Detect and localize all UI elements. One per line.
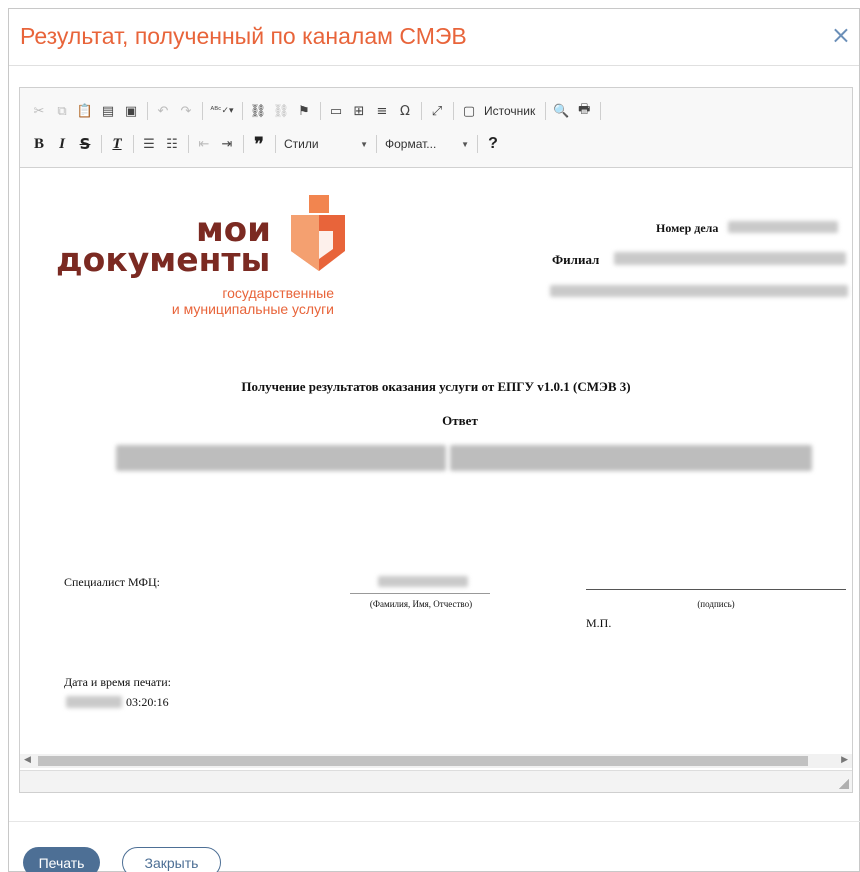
dialog-header: Результат, полученный по каналам СМЭВ × bbox=[9, 9, 859, 66]
toolbar-separator bbox=[600, 102, 602, 120]
remove-format-icon[interactable]: T bbox=[106, 133, 128, 155]
numbered-list-icon[interactable]: ☰ bbox=[138, 133, 160, 155]
toolbar-separator bbox=[275, 135, 276, 153]
editor-toolbar: ✂ ⧉ 📋 ▤ ▣ ↶ ↷ ᴬᴮᶜ✓▾ ⛓ ⛓ ⚑ ▭ ⊞ ≡ Ω ⤢ ▢ Ис… bbox=[20, 88, 852, 168]
print-icon[interactable]: 🖶 bbox=[573, 100, 595, 122]
toolbar-separator bbox=[545, 102, 547, 120]
cut-icon[interactable]: ✂ bbox=[28, 100, 50, 122]
scrollbar-thumb[interactable] bbox=[38, 756, 808, 766]
logo-word-dokumenty: документы bbox=[56, 240, 271, 279]
print-button[interactable]: Печать bbox=[23, 847, 100, 872]
document-subheading: Ответ bbox=[442, 413, 478, 428]
scroll-left-icon[interactable]: ◀ bbox=[24, 755, 31, 765]
result-dialog: Результат, полученный по каналам СМЭВ × … bbox=[8, 8, 860, 872]
paste-word-icon[interactable]: ▣ bbox=[120, 100, 142, 122]
toolbar-separator bbox=[453, 102, 454, 120]
toolbar-separator bbox=[133, 135, 134, 153]
format-dropdown[interactable]: Формат... ▼ bbox=[381, 133, 473, 155]
toolbar-row-2: B I S T ☰ ☷ ⇤ ⇥ ❞ Стили ▼ Формат... ▼ ? bbox=[28, 129, 852, 159]
response-cell-redacted bbox=[116, 445, 446, 471]
toolbar-separator bbox=[477, 135, 478, 153]
toolbar-row-1: ✂ ⧉ 📋 ▤ ▣ ↶ ↷ ᴬᴮᶜ✓▾ ⛓ ⛓ ⚑ ▭ ⊞ ≡ Ω ⤢ ▢ Ис… bbox=[28, 96, 852, 126]
toolbar-separator bbox=[242, 102, 243, 120]
outdent-icon[interactable]: ⇤ bbox=[193, 133, 215, 155]
document-heading: Получение результатов оказания услуги от… bbox=[241, 379, 631, 394]
styles-dropdown-label: Стили bbox=[284, 137, 319, 151]
logo-subtitle-2: и муниципальные услуги bbox=[171, 301, 334, 317]
chevron-down-icon: ▼ bbox=[360, 139, 368, 149]
close-icon[interactable]: × bbox=[831, 23, 851, 47]
editor-status-bar bbox=[20, 770, 852, 792]
signature-line bbox=[586, 589, 846, 590]
strike-icon[interactable]: S bbox=[74, 133, 96, 155]
document-content[interactable]: мои документы государственные и муниципа… bbox=[20, 169, 852, 754]
maximize-icon[interactable]: ⤢ bbox=[426, 100, 448, 122]
copy-icon[interactable]: ⧉ bbox=[51, 100, 73, 122]
toolbar-separator bbox=[320, 102, 321, 120]
help-icon[interactable]: ? bbox=[482, 133, 504, 155]
bulleted-list-icon[interactable]: ☷ bbox=[161, 133, 183, 155]
specialist-name-redacted bbox=[378, 576, 468, 587]
source-button-label[interactable]: Источник bbox=[484, 104, 535, 118]
spellcheck-icon[interactable]: ᴬᴮᶜ✓▾ bbox=[207, 100, 237, 122]
editor-footer: ◀ ▶ bbox=[20, 754, 852, 792]
toolbar-separator bbox=[243, 135, 244, 153]
branch-label: Филиал bbox=[552, 252, 600, 267]
special-char-icon[interactable]: Ω bbox=[394, 100, 416, 122]
anchor-flag-icon[interactable]: ⚑ bbox=[293, 100, 315, 122]
print-time: 03:20:16 bbox=[126, 695, 169, 709]
italic-icon[interactable]: I bbox=[51, 133, 73, 155]
resize-handle-icon[interactable] bbox=[839, 779, 849, 789]
toolbar-separator bbox=[101, 135, 102, 153]
toolbar-separator bbox=[188, 135, 189, 153]
image-icon[interactable]: ▭ bbox=[325, 100, 347, 122]
print-datetime-label: Дата и время печати: bbox=[64, 675, 171, 689]
signature-caption: (подпись) bbox=[697, 599, 735, 609]
paste-icon[interactable]: 📋 bbox=[74, 100, 96, 122]
unlink-icon[interactable]: ⛓ bbox=[270, 100, 292, 122]
toolbar-separator bbox=[202, 102, 203, 120]
logo-mark-icon bbox=[291, 195, 345, 271]
case-number-value-redacted bbox=[728, 221, 838, 233]
paste-text-icon[interactable]: ▤ bbox=[97, 100, 119, 122]
toolbar-separator bbox=[421, 102, 422, 120]
format-dropdown-label: Формат... bbox=[385, 137, 437, 151]
horizontal-line-icon[interactable]: ≡ bbox=[371, 100, 393, 122]
fio-caption: (Фамилия, Имя, Отчество) bbox=[369, 599, 473, 609]
dialog-title: Результат, полученный по каналам СМЭВ bbox=[20, 23, 467, 49]
table-icon[interactable]: ⊞ bbox=[348, 100, 370, 122]
dialog-footer: Печать Закрыть bbox=[9, 821, 860, 872]
rich-text-editor: ✂ ⧉ 📋 ▤ ▣ ↶ ↷ ᴬᴮᶜ✓▾ ⛓ ⛓ ⚑ ▭ ⊞ ≡ Ω ⤢ ▢ Ис… bbox=[19, 87, 853, 793]
response-cell-redacted bbox=[450, 445, 812, 471]
scroll-right-icon[interactable]: ▶ bbox=[841, 755, 848, 765]
branch-value-redacted bbox=[614, 252, 846, 265]
case-number-label: Номер дела bbox=[656, 221, 719, 235]
blockquote-icon[interactable]: ❞ bbox=[248, 133, 270, 155]
link-icon[interactable]: ⛓ bbox=[247, 100, 269, 122]
logo: мои документы государственные и муниципа… bbox=[56, 191, 356, 321]
print-date-redacted bbox=[66, 696, 122, 708]
redo-icon[interactable]: ↷ bbox=[175, 100, 197, 122]
chevron-down-icon: ▼ bbox=[461, 139, 469, 149]
source-icon[interactable]: ▢ bbox=[458, 100, 480, 122]
stamp-label: М.П. bbox=[586, 616, 612, 630]
specialist-label: Специалист МФЦ: bbox=[64, 575, 160, 589]
bold-icon[interactable]: B bbox=[28, 133, 50, 155]
preview-icon[interactable]: 🔍 bbox=[550, 100, 572, 122]
indent-icon[interactable]: ⇥ bbox=[216, 133, 238, 155]
branch-address-redacted bbox=[550, 285, 848, 297]
horizontal-scrollbar[interactable]: ◀ ▶ bbox=[20, 754, 852, 768]
fio-underline bbox=[350, 593, 490, 594]
undo-icon[interactable]: ↶ bbox=[152, 100, 174, 122]
toolbar-separator bbox=[147, 102, 148, 120]
close-button[interactable]: Закрыть bbox=[122, 847, 221, 872]
styles-dropdown[interactable]: Стили ▼ bbox=[280, 133, 372, 155]
logo-subtitle-1: государственные bbox=[222, 285, 334, 301]
toolbar-separator bbox=[376, 135, 377, 153]
